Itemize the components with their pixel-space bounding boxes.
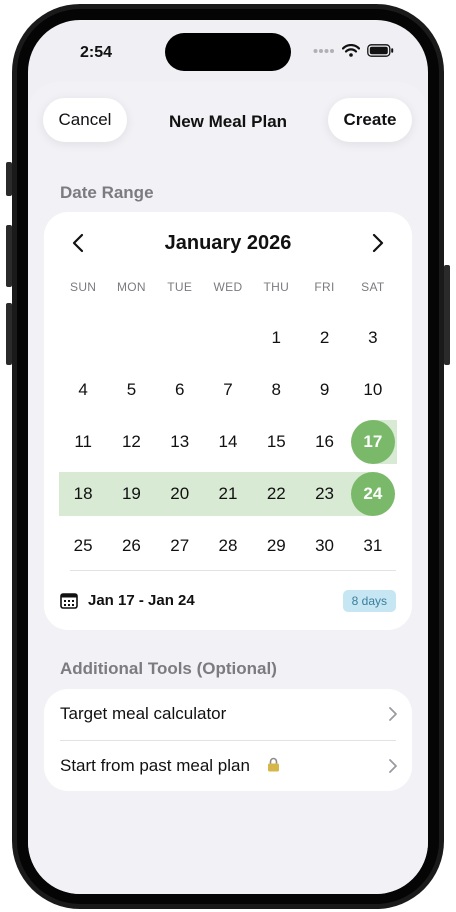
- date-range-section-label: Date Range: [60, 183, 154, 202]
- calendar-day-16[interactable]: 16: [301, 416, 349, 468]
- calendar-day-6[interactable]: 6: [156, 364, 204, 416]
- cellular-signal-icon: [313, 48, 334, 53]
- create-button[interactable]: Create: [328, 98, 412, 142]
- calendar-day-26[interactable]: 26: [107, 520, 155, 572]
- calendar-day-29[interactable]: 29: [252, 520, 300, 572]
- calendar-day-5[interactable]: 5: [107, 364, 155, 416]
- weekday-thu: THU: [263, 280, 290, 294]
- calendar-day-22[interactable]: 22: [252, 468, 300, 520]
- status-time: 2:54: [80, 44, 113, 61]
- calendar-day-12[interactable]: 12: [107, 416, 155, 468]
- calendar-divider: [70, 570, 396, 571]
- start-from-past-meal-plan-label: Start from past meal plan: [60, 756, 280, 776]
- calendar-day-18[interactable]: 18: [59, 468, 107, 520]
- duration-badge: 8 days: [342, 590, 396, 612]
- chevron-right-icon: [389, 759, 397, 773]
- calendar-day-20[interactable]: 20: [156, 468, 204, 520]
- weekday-fri: FRI: [314, 280, 335, 294]
- battery-icon: [367, 44, 394, 57]
- calendar-day-2[interactable]: 2: [301, 312, 349, 364]
- calendar-day-1[interactable]: 1: [252, 312, 300, 364]
- power-button: [444, 265, 450, 365]
- calendar-day-30[interactable]: 30: [301, 520, 349, 572]
- calendar-day-23[interactable]: 23: [301, 468, 349, 520]
- dynamic-island: [165, 33, 291, 71]
- calendar-day-4[interactable]: 4: [59, 364, 107, 416]
- weekday-mon: MON: [116, 280, 146, 294]
- additional-tools-card: Target meal calculator Start from past m…: [44, 689, 412, 791]
- calendar-day-31[interactable]: 31: [349, 520, 397, 572]
- calendar-day-24[interactable]: 24: [349, 468, 397, 520]
- weekday-sun: SUN: [70, 280, 97, 294]
- calendar-day-9[interactable]: 9: [301, 364, 349, 416]
- lock-icon: [267, 757, 279, 772]
- calendar-icon: [60, 593, 78, 609]
- range-summary: Jan 17 - Jan 24: [88, 592, 195, 609]
- calendar-day-11[interactable]: 11: [59, 416, 107, 468]
- selected-day-marker: 17: [350, 420, 395, 464]
- calendar-day-7[interactable]: 7: [204, 364, 252, 416]
- screen: 2:54 Cancel New Meal Plan Create Date Ra…: [28, 20, 428, 894]
- weekday-header-row: SUN MON TUE WED THU FRI SAT: [59, 280, 397, 294]
- calendar-day-8[interactable]: 8: [252, 364, 300, 416]
- target-meal-calculator-row[interactable]: Target meal calculator: [44, 689, 412, 739]
- weekday-sat: SAT: [361, 280, 385, 294]
- new-meal-plan-sheet: Cancel New Meal Plan Create Date Range J…: [28, 82, 428, 894]
- weekday-wed: WED: [213, 280, 243, 294]
- calendar-day-17[interactable]: 17: [349, 416, 397, 468]
- calendar-day-3[interactable]: 3: [349, 312, 397, 364]
- target-meal-calculator-label: Target meal calculator: [60, 704, 227, 723]
- chevron-right-icon: [389, 707, 397, 721]
- weekday-tue: TUE: [167, 280, 193, 294]
- chevron-right-icon[interactable]: [364, 230, 390, 256]
- month-title: January 2026: [164, 232, 292, 254]
- calendar-day-10[interactable]: 10: [349, 364, 397, 416]
- selected-range-row: Jan 17 - Jan 24 8 days: [60, 588, 396, 614]
- wifi-icon: [342, 44, 360, 57]
- calendar-day-19[interactable]: 19: [107, 468, 155, 520]
- calendar-day-15[interactable]: 15: [252, 416, 300, 468]
- calendar-day-28[interactable]: 28: [204, 520, 252, 572]
- calendar-day-13[interactable]: 13: [156, 416, 204, 468]
- calendar-grid: 1 2 3 4 5 6 7 8 9 10 11 12 13 14 15 16 17 18 19 20 21 22 23 24 2…: [59, 312, 397, 572]
- start-from-past-meal-plan-row[interactable]: Start from past meal plan: [44, 741, 412, 791]
- calendar-header: January 2026: [44, 228, 412, 258]
- additional-tools-section-label: Additional Tools (Optional): [60, 659, 277, 678]
- start-from-past-meal-plan-text: Start from past meal plan: [60, 756, 250, 775]
- calendar-card: January 2026 SUN MON TUE WED THU FRI SAT 12345…: [44, 212, 412, 630]
- calendar-day-27[interactable]: 27: [156, 520, 204, 572]
- calendar-day-21[interactable]: 21: [204, 468, 252, 520]
- status-bar: 2:54: [28, 20, 428, 84]
- status-icons: [313, 44, 394, 57]
- calendar-day-25[interactable]: 25: [59, 520, 107, 572]
- selected-day-marker: 24: [350, 472, 395, 516]
- calendar-day-14[interactable]: 14: [204, 416, 252, 468]
